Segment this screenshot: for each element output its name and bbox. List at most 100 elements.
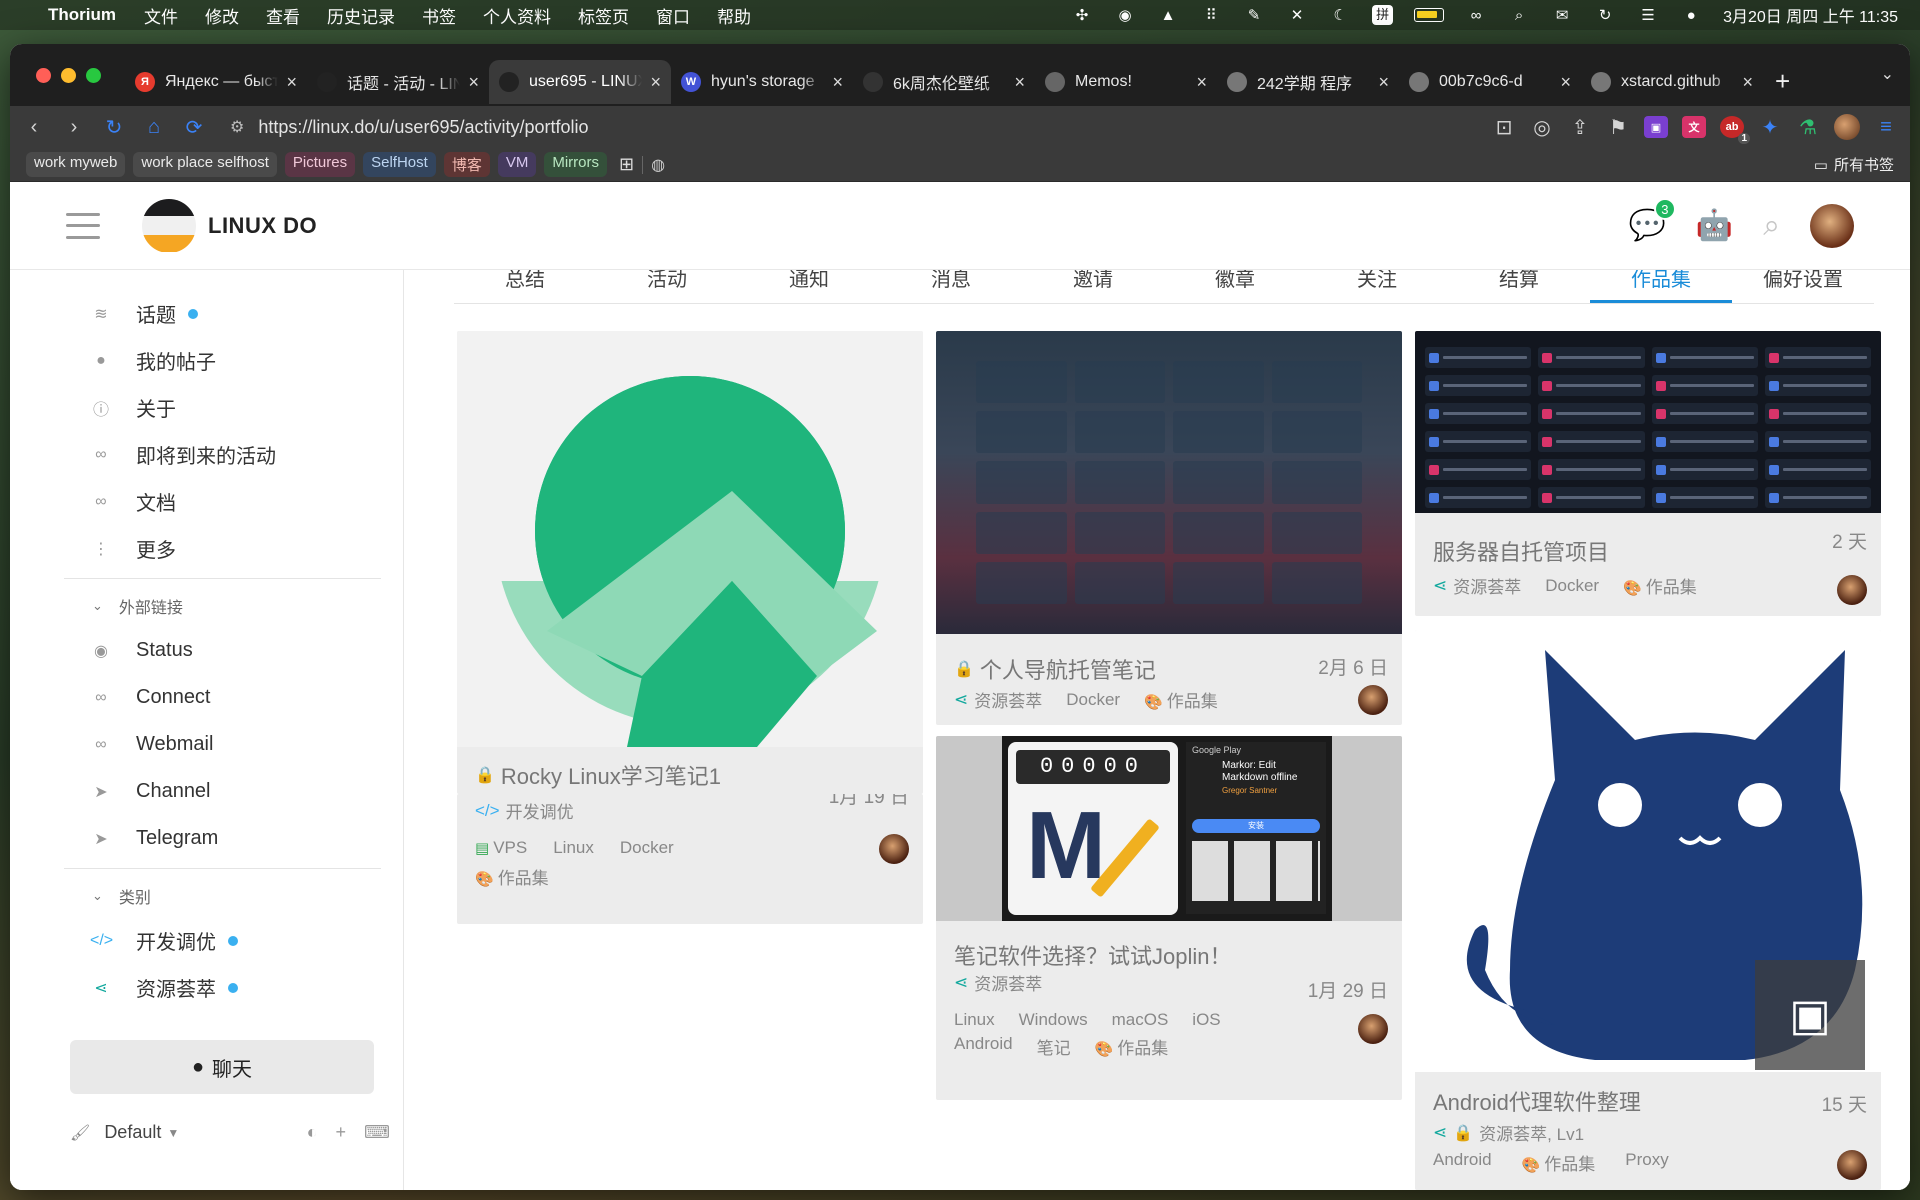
menubar-app-name[interactable]: Thorium xyxy=(48,5,116,25)
portfolio-card-rocky[interactable]: 🔒 Rocky Linux学习笔记1 xyxy=(457,331,923,794)
menu-help[interactable]: 帮助 xyxy=(717,3,751,28)
author-avatar[interactable] xyxy=(1837,575,1867,605)
link-icon[interactable]: ∞ xyxy=(1465,6,1487,24)
portfolio-card-nav[interactable]: 🔒 个人导航托管笔记 2月 6 日 ⋖ 资源荟萃 Docker 🎨 作品集 xyxy=(936,331,1402,725)
tag-portfolio[interactable]: 🎨 作品集 xyxy=(1095,1034,1169,1059)
search-icon[interactable]: ⌕ xyxy=(1763,209,1780,243)
card-category[interactable]: ⋖ 资源荟萃 Docker 🎨 作品集 xyxy=(954,687,1218,712)
sidebar-item[interactable]: ≋ 话题 xyxy=(10,290,403,337)
site-settings-icon[interactable]: ⚙ xyxy=(230,117,244,137)
tag-docker[interactable]: Docker xyxy=(1545,576,1599,596)
card-title[interactable]: 服务器自托管项目 xyxy=(1433,535,1609,567)
categories-header[interactable]: ⌄ 类别 xyxy=(10,875,403,917)
robot-icon[interactable]: 🤖 xyxy=(1696,208,1733,243)
all-bookmarks-button[interactable]: ▭ 所有书签 xyxy=(1814,154,1894,175)
globe-icon[interactable]: ◍ xyxy=(651,155,665,175)
external-links-header[interactable]: ⌄ 外部链接 xyxy=(10,585,403,627)
browser-tab[interactable]: xstarcd.github × xyxy=(1581,60,1763,104)
card-date[interactable]: 2 天 xyxy=(1832,527,1867,554)
sidebar-item[interactable]: ⋮ 更多 xyxy=(10,525,403,572)
tag-portfolio[interactable]: 🎨 作品集 xyxy=(1623,573,1697,598)
portfolio-card-rocky-meta[interactable]: </> 开发调优 1月 19 日 ▤ VPS Linux Docker 🎨 作品集 xyxy=(457,794,923,924)
tab-search-chevron-icon[interactable]: ⌄ xyxy=(1881,64,1894,84)
reload-icon[interactable]: ↻ xyxy=(102,115,126,139)
card-title[interactable]: 笔记软件选择？试试Joplin！ xyxy=(954,939,1231,971)
address-bar[interactable]: ⚙ https://linux.do/u/user695/activity/po… xyxy=(222,117,1476,138)
sidebar-item[interactable]: ∞ Webmail xyxy=(10,721,403,768)
new-tab-button[interactable]: + xyxy=(1775,66,1790,97)
close-tab-icon[interactable]: × xyxy=(1014,72,1025,93)
blue-cat-image[interactable]: ▣ xyxy=(1415,630,1881,1072)
sidebar-item[interactable]: ➤ Channel xyxy=(10,768,403,815)
menu-view[interactable]: 查看 xyxy=(266,3,300,28)
profile-tab[interactable]: 邀请 xyxy=(1022,270,1164,303)
card-thumbnail[interactable] xyxy=(457,331,923,747)
nav-dashboard-screenshot[interactable] xyxy=(936,331,1402,634)
adblock-extension-icon[interactable]: ab 1 xyxy=(1720,116,1750,144)
menu-window[interactable]: 窗口 xyxy=(656,3,690,28)
screenshot-extension-icon[interactable]: ▣ xyxy=(1644,116,1668,138)
gamepad-icon[interactable]: ✣ xyxy=(1071,6,1093,24)
card-title[interactable]: Android代理软件整理 xyxy=(1433,1085,1641,1117)
sidebar-item[interactable]: ∞ 文档 xyxy=(10,478,403,525)
menu-profiles[interactable]: 个人资料 xyxy=(483,3,551,28)
profile-avatar[interactable] xyxy=(1834,114,1860,140)
tag-portfolio[interactable]: 🎨 作品集 xyxy=(1144,687,1218,712)
sidebar-item[interactable]: ∞ Connect xyxy=(10,674,403,721)
browser-tab[interactable]: Я Яндекс — быстрый × xyxy=(125,60,307,104)
wechat-icon[interactable]: ✉ xyxy=(1551,6,1573,24)
bookmark-item[interactable]: VM xyxy=(497,152,537,177)
author-avatar[interactable] xyxy=(1358,685,1388,715)
sidebar-item[interactable]: ◉ Status xyxy=(10,627,403,674)
card-date[interactable]: 2月 6 日 xyxy=(1318,653,1388,680)
menu-file[interactable]: 文件 xyxy=(144,3,178,28)
chat-bubble-icon[interactable]: 💬 3 xyxy=(1628,198,1676,243)
card-category[interactable]: </> 开发调优 xyxy=(475,798,574,823)
tag-portfolio[interactable]: 🎨 作品集 xyxy=(475,864,549,889)
sidebar-item[interactable]: </> 开发调优 xyxy=(10,917,403,964)
card-category[interactable]: ⋖ 🔒 资源荟萃, Lv1 xyxy=(1433,1120,1584,1145)
browser-tab[interactable]: 242学期 程序 × xyxy=(1217,60,1399,104)
bookmark-item[interactable]: SelfHost xyxy=(363,152,436,177)
tag-android[interactable]: Android xyxy=(1433,1150,1492,1175)
menu-tabs[interactable]: 标签页 xyxy=(578,3,629,28)
portfolio-card-android[interactable]: ▣ Android代理软件整理 15 天 ⋖ 🔒 资源荟萃, Lv1 Andro… xyxy=(1415,630,1881,1190)
url-text[interactable]: https://linux.do/u/user695/activity/port… xyxy=(258,117,588,138)
maximize-window-button[interactable] xyxy=(86,67,101,83)
tag-windows[interactable]: Windows xyxy=(1019,1010,1088,1030)
moon-icon[interactable]: ☾ xyxy=(1329,6,1351,24)
siri-icon[interactable]: ● xyxy=(1680,6,1702,24)
theme-selector[interactable]: Default xyxy=(104,1122,161,1143)
sidebar-item[interactable]: ∞ 即将到来的活动 xyxy=(10,431,403,478)
close-tab-icon[interactable]: × xyxy=(650,72,661,93)
dark-mode-toggle-icon[interactable]: ◐ xyxy=(307,1122,318,1143)
menu-bookmarks[interactable]: 书签 xyxy=(422,3,456,28)
install-button[interactable]: 安装 xyxy=(1192,819,1320,833)
home-icon[interactable]: ⌂ xyxy=(142,115,166,139)
close-window-button[interactable] xyxy=(36,67,51,83)
close-tab-icon[interactable]: × xyxy=(832,72,843,93)
bookmark-item[interactable]: 博客 xyxy=(443,152,490,177)
menu-icon[interactable]: ≡ xyxy=(1874,115,1898,139)
card-title[interactable]: 🔒 Rocky Linux学习笔记1 xyxy=(475,759,721,791)
tag-docker[interactable]: Docker xyxy=(620,838,674,858)
sidebar-item[interactable]: ⓘ 关于 xyxy=(10,384,403,431)
bookmark-item[interactable]: work place selfhost xyxy=(133,152,277,177)
share-icon[interactable]: ⇪ xyxy=(1568,115,1592,139)
markor-app-screenshot[interactable]: 00000 M Google Play Markor: Edit Markdow… xyxy=(936,736,1402,921)
menubar-datetime[interactable]: 3月20日 周四 上午 11:35 xyxy=(1723,3,1898,27)
bookmark-icon[interactable]: ⚑ xyxy=(1606,115,1630,139)
profile-tab[interactable]: 消息 xyxy=(880,270,1022,303)
search-icon[interactable]: ⌕ xyxy=(1508,6,1530,24)
mountain-icon[interactable]: ▲ xyxy=(1157,6,1179,24)
card-category[interactable]: ⋖ 资源荟萃 xyxy=(954,970,1042,995)
close-tab-icon[interactable]: × xyxy=(1742,72,1753,93)
portfolio-card-servers[interactable]: 服务器自托管项目 2 天 ⋖ 资源荟萃 Docker 🎨 作品集 xyxy=(1415,331,1881,616)
card-date[interactable]: 1月 29 日 xyxy=(1308,976,1388,1003)
profile-tab[interactable]: 徽章 xyxy=(1164,270,1306,303)
browser-tab[interactable]: 话题 - 活动 - LINUX × xyxy=(307,60,489,104)
profile-tab[interactable]: 作品集 xyxy=(1590,270,1732,303)
author-avatar[interactable] xyxy=(879,834,909,864)
sidebar-item[interactable]: ● 我的帖子 xyxy=(10,337,403,384)
menu-edit[interactable]: 修改 xyxy=(205,3,239,28)
